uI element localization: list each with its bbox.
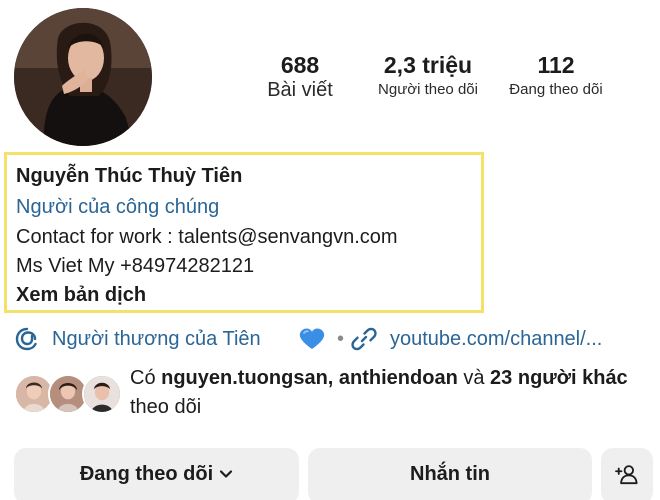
profile-stats: 688 Bài viết 2,3 triệu Người theo dõi 11… [0, 52, 660, 112]
followers-count: 2,3 triệu [383, 52, 473, 78]
posts-label: Bài viết [267, 79, 333, 101]
followed-prefix: Có [130, 367, 162, 389]
posts-count: 688 [280, 52, 320, 78]
link-separator: • [337, 328, 345, 350]
followed-middle: và [457, 367, 491, 389]
profile-category[interactable]: Người của công chúng [16, 194, 219, 220]
blue-heart-icon [299, 328, 325, 349]
following-label: Đang theo dõi [509, 81, 603, 98]
followed-users[interactable]: nguyen.tuongsan, anthiendoan [161, 367, 458, 389]
following-button[interactable]: Đang theo dõi [14, 448, 299, 500]
following-button-label: Đang theo dõi [79, 462, 214, 485]
followers-label: Người theo dõi [378, 81, 478, 98]
suggest-people-button[interactable] [601, 448, 653, 500]
message-button-label: Nhắn tin [410, 462, 490, 485]
threads-icon [15, 327, 37, 351]
youtube-link[interactable]: youtube.com/channel/... [390, 322, 602, 356]
following-count: 112 [537, 52, 575, 78]
threads-link[interactable]: Người thương của Tiên [52, 322, 261, 356]
chevron-down-icon [220, 470, 233, 478]
see-translation-link[interactable]: Xem bản dịch [16, 282, 146, 308]
followed-by-text: Có nguyen.tuongsan, anthiendoan và 23 ng… [130, 364, 640, 422]
bio-highlight-box: Nguyễn Thúc Thuỳ Tiên Người của công chú… [4, 152, 484, 313]
profile-name: Nguyễn Thúc Thuỳ Tiên [16, 165, 243, 187]
stat-posts[interactable]: 688 Bài viết [250, 52, 350, 102]
message-button[interactable]: Nhắn tin [308, 448, 592, 500]
add-person-icon [615, 465, 638, 485]
stat-followers[interactable]: 2,3 triệu Người theo dõi [360, 52, 496, 102]
bio-phone: Ms Viet My +84974282121 [16, 255, 255, 277]
link-chain-icon [351, 327, 377, 351]
followed-suffix: theo dõi [130, 396, 202, 418]
follower-avatar [82, 374, 122, 414]
followed-others[interactable]: 23 người khác [490, 367, 628, 389]
stat-following[interactable]: 112 Đang theo dõi [495, 52, 617, 102]
followed-by-section[interactable]: Có nguyen.tuongsan, anthiendoan và 23 ng… [14, 366, 654, 426]
bio-contact: Contact for work : talents@senvangvn.com [16, 226, 398, 248]
profile-links: Người thương của Tiên • youtube.com/chan… [14, 322, 654, 356]
